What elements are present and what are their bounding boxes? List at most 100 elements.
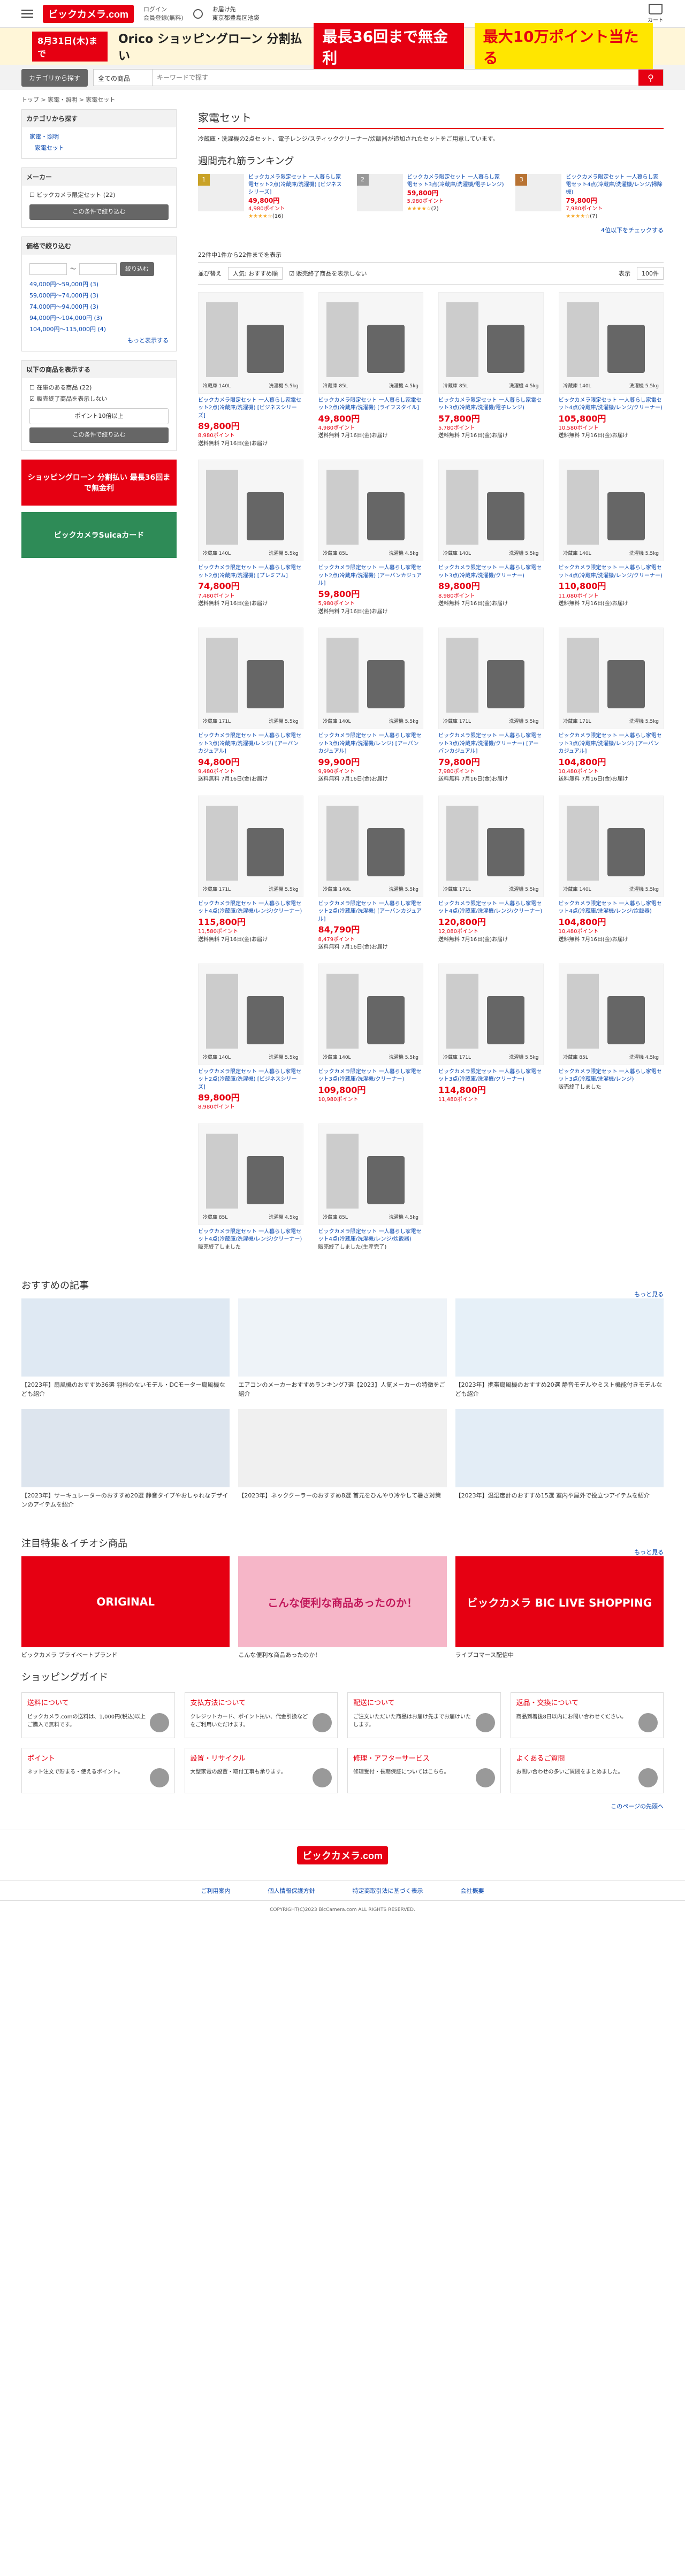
sidebar-cat-link[interactable]: 家電セット <box>35 144 64 151</box>
product-name[interactable]: ビックカメラ限定セット 一人暮らし家電セット4点(冷蔵庫/洗濯機/レンジ/クリー… <box>559 398 663 411</box>
product-image[interactable]: 冷蔵庫 140L 洗濯機 5.5kg <box>318 795 423 897</box>
product-name[interactable]: ビックカメラ限定セット 一人暮らし家電セット3点(冷蔵庫/洗濯機/レンジ) [ア… <box>559 733 662 754</box>
side-ad-loan[interactable]: ショッピングローン 分割払い 最長36回まで無金利 <box>21 460 177 506</box>
guide-item[interactable]: ポイント ネット注文で貯まる・使えるポイント。 <box>21 1747 175 1794</box>
product-name[interactable]: ビックカメラ限定セット 一人暮らし家電セット3点(冷蔵庫/洗濯機/クリーナー) <box>438 1069 542 1083</box>
user-icon[interactable] <box>193 9 203 19</box>
product-image[interactable]: 冷蔵庫 140L 洗濯機 5.5kg <box>558 292 664 394</box>
product-name[interactable]: ビックカメラ限定セット 一人暮らし家電セット4点(冷蔵庫/洗濯機/レンジ/クリー… <box>198 901 302 915</box>
search-input[interactable] <box>153 70 638 86</box>
guide-item-title[interactable]: よくあるご質問 <box>516 1754 658 1764</box>
ranking-more-link[interactable]: 4位以下をチェックする <box>601 227 664 234</box>
per-page-select[interactable]: 100件 <box>637 266 664 280</box>
product-name[interactable]: ビックカメラ限定セット 一人暮らし家電セット4点(冷蔵庫/洗濯機/レンジ/クリー… <box>438 901 542 915</box>
product-card[interactable]: 冷蔵庫 85L 洗濯機 4.5kg ビックカメラ限定セット 一人暮らし家電セット3… <box>558 963 664 1112</box>
ranking-reviews[interactable]: (2) <box>431 206 439 212</box>
footer-link[interactable]: 個人情報保護方針 <box>268 1886 315 1895</box>
guide-item[interactable]: 配送について ご注文いただいた商品はお届け先までお届けいたします。 <box>347 1692 501 1738</box>
product-image[interactable]: 冷蔵庫 140L 洗濯機 5.5kg <box>318 963 423 1065</box>
sidebar-cat-link[interactable]: 家電・照明 <box>29 133 59 140</box>
search-category-select[interactable]: 全ての商品 <box>94 70 153 86</box>
product-card[interactable]: 冷蔵庫 171L 洗濯機 5.5kg ビックカメラ限定セット 一人暮らし家電セット… <box>198 795 303 952</box>
login-link[interactable]: ログイン 会員登録(無料) <box>143 5 184 22</box>
article-card[interactable]: 【2023年】ネッククーラーのおすすめ8選 首元をひんやり冷やして暑さ対策 <box>238 1409 447 1509</box>
cond-filter-button[interactable]: この条件で絞り込む <box>29 427 169 444</box>
product-image[interactable]: 冷蔵庫 85L 洗濯機 4.5kg <box>438 292 544 394</box>
ranking-name[interactable]: ビックカメラ限定セット 一人暮らし家電セット3点(冷蔵庫/洗濯機/電子レンジ) <box>407 174 504 188</box>
footer-link[interactable]: ご利用案内 <box>201 1886 231 1895</box>
guide-item-title[interactable]: 送料について <box>27 1698 169 1709</box>
product-card[interactable]: 冷蔵庫 85L 洗濯機 4.5kg ビックカメラ限定セット 一人暮らし家電セット2… <box>318 460 423 616</box>
article-title[interactable]: エアコンのメーカーおすすめランキング7選【2023】人気メーカーの特徴をご紹介 <box>238 1381 446 1398</box>
product-card[interactable]: 冷蔵庫 171L 洗濯機 5.5kg ビックカメラ限定セット 一人暮らし家電セット… <box>198 628 303 784</box>
page-top-link[interactable]: このページの先頭へ <box>611 1803 664 1810</box>
product-name[interactable]: ビックカメラ限定セット 一人暮らし家電セット3点(冷蔵庫/洗濯機/クリーナー) <box>318 1069 422 1083</box>
guide-item-title[interactable]: 配送について <box>353 1698 495 1709</box>
product-card[interactable]: 冷蔵庫 140L 洗濯機 5.5kg ビックカメラ限定セット 一人暮らし家電セット… <box>318 963 423 1112</box>
article-title[interactable]: 【2023年】ネッククーラーのおすすめ8選 首元をひんやり冷やして暑さ対策 <box>238 1492 446 1501</box>
guide-item[interactable]: 送料について ビックカメラ.comの送料は、1,000円(税込)以上ご購入で無料で… <box>21 1692 175 1738</box>
guide-item[interactable]: 支払方法について クレジットカード、ポイント払い、代金引換などをご利用いただけます… <box>184 1692 338 1738</box>
footer-logo[interactable]: ビックカメラ.com <box>296 1846 388 1865</box>
article-title[interactable]: 【2023年】携帯扇風機のおすすめ20選 静音モデルやミスト機能付きモデルなども… <box>455 1381 664 1398</box>
guide-item[interactable]: 返品・交換について 商品到着後8日以内にお問い合わせください。 <box>510 1692 664 1738</box>
category-button[interactable]: カテゴリから探す <box>21 68 88 87</box>
product-name[interactable]: ビックカメラ限定セット 一人暮らし家電セット3点(冷蔵庫/洗濯機/電子レンジ) <box>438 398 542 411</box>
product-image[interactable]: 冷蔵庫 171L 洗濯機 5.5kg <box>198 628 303 730</box>
product-image[interactable]: 冷蔵庫 85L 洗濯機 4.5kg <box>198 1123 303 1225</box>
footer-link[interactable]: 会社概要 <box>461 1886 484 1895</box>
ranking-name[interactable]: ビックカメラ限定セット 一人暮らし家電セット4点(冷蔵庫/洗濯機/レンジ/掃除機… <box>566 174 662 195</box>
product-image[interactable]: 冷蔵庫 140L 洗濯機 5.5kg <box>558 460 664 562</box>
menu-icon[interactable] <box>21 9 33 18</box>
product-name[interactable]: ビックカメラ限定セット 一人暮らし家電セット2点(冷蔵庫/洗濯機) [アーバンカ… <box>318 565 422 586</box>
guide-item[interactable]: 設置・リサイクル 大型家電の設置・取付工事も承ります。 <box>184 1747 338 1794</box>
price-range-link[interactable]: 94,000円〜104,000円 (3) <box>29 315 102 322</box>
delivery-address[interactable]: お届け先 東京都豊島区池袋 <box>212 5 260 22</box>
price-more-link[interactable]: もっと表示する <box>127 337 169 344</box>
feature-item[interactable]: ORIGINAL ビックカメラ プライベートブランド <box>21 1556 230 1659</box>
product-image[interactable]: 冷蔵庫 140L 洗濯機 5.5kg <box>198 963 303 1065</box>
product-image[interactable]: 冷蔵庫 171L 洗濯機 5.5kg <box>438 628 544 730</box>
product-name[interactable]: ビックカメラ限定セット 一人暮らし家電セット4点(冷蔵庫/洗濯機/レンジ/炊飯器… <box>559 901 662 915</box>
feature-item[interactable]: ビックカメラ BIC LIVE SHOPPING ライブコマース配信中 <box>455 1556 664 1659</box>
article-card[interactable]: 【2023年】携帯扇風機のおすすめ20選 静音モデルやミスト機能付きモデルなども… <box>455 1298 664 1398</box>
product-image[interactable]: 冷蔵庫 171L 洗濯機 5.5kg <box>438 795 544 897</box>
guide-item[interactable]: 修理・アフターサービス 修理受付・長期保証についてはこちら。 <box>347 1747 501 1794</box>
product-image[interactable]: 冷蔵庫 85L 洗濯機 4.5kg <box>318 460 423 562</box>
side-ad-suica[interactable]: ビックカメラSuicaカード <box>21 512 177 559</box>
ranking-item[interactable]: 3 ビックカメラ限定セット 一人暮らし家電セット4点(冷蔵庫/洗濯機/レンジ/掃… <box>515 174 664 220</box>
product-name[interactable]: ビックカメラ限定セット 一人暮らし家電セット3点(冷蔵庫/洗濯機/レンジ) [ア… <box>198 733 301 754</box>
ranking-name[interactable]: ビックカメラ限定セット 一人暮らし家電セット2点(冷蔵庫/洗濯機) [ビジネスシ… <box>248 174 342 195</box>
price-range-link[interactable]: 74,000円〜94,000円 (3) <box>29 303 98 310</box>
price-filter-button[interactable]: 絞り込む <box>120 262 154 277</box>
product-image[interactable]: 冷蔵庫 85L 洗濯機 4.5kg <box>558 963 664 1065</box>
product-image[interactable]: 冷蔵庫 85L 洗濯機 4.5kg <box>318 292 423 394</box>
guide-item-title[interactable]: ポイント <box>27 1754 169 1764</box>
product-image[interactable]: 冷蔵庫 140L 洗濯機 5.5kg <box>558 795 664 897</box>
cart-button[interactable]: カート <box>648 4 664 24</box>
article-card[interactable]: 【2023年】サーキュレーターのおすすめ20選 静音タイプやおしゃれなデザインの… <box>21 1409 230 1509</box>
product-image[interactable]: 冷蔵庫 171L 洗濯機 5.5kg <box>558 628 664 730</box>
guide-item-title[interactable]: 設置・リサイクル <box>191 1754 332 1764</box>
product-card[interactable]: 冷蔵庫 171L 洗濯機 5.5kg ビックカメラ限定セット 一人暮らし家電セット… <box>438 963 544 1112</box>
product-card[interactable]: 冷蔵庫 140L 洗濯機 5.5kg ビックカメラ限定セット 一人暮らし家電セット… <box>558 460 664 616</box>
product-name[interactable]: ビックカメラ限定セット 一人暮らし家電セット3点(冷蔵庫/洗濯機/レンジ) <box>559 1069 662 1083</box>
price-range-link[interactable]: 49,000円〜59,000円 (3) <box>29 281 98 288</box>
product-card[interactable]: 冷蔵庫 140L 洗濯機 5.5kg ビックカメラ限定セット 一人暮らし家電セット… <box>318 795 423 952</box>
product-card[interactable]: 冷蔵庫 140L 洗濯機 5.5kg ビックカメラ限定セット 一人暮らし家電セット… <box>198 963 303 1112</box>
guide-item-title[interactable]: 返品・交換について <box>516 1698 658 1709</box>
features-more-link[interactable]: もっと見る <box>634 1548 664 1556</box>
product-image[interactable]: 冷蔵庫 85L 洗濯機 4.5kg <box>318 1123 423 1225</box>
product-image[interactable]: 冷蔵庫 171L 洗濯機 5.5kg <box>198 795 303 897</box>
hide-ended-checkbox[interactable]: ☑ 販売終了商品を表示しない <box>289 269 367 278</box>
product-card[interactable]: 冷蔵庫 85L 洗濯機 4.5kg ビックカメラ限定セット 一人暮らし家電セット4… <box>198 1123 303 1252</box>
article-title[interactable]: 【2023年】サーキュレーターのおすすめ20選 静音タイプやおしゃれなデザインの… <box>21 1492 230 1509</box>
product-name[interactable]: ビックカメラ限定セット 一人暮らし家電セット2点(冷蔵庫/洗濯機) [ライフスタ… <box>318 398 422 411</box>
product-card[interactable]: 冷蔵庫 140L 洗濯機 5.5kg ビックカメラ限定セット 一人暮らし家電セット… <box>198 460 303 616</box>
promo-banner[interactable]: 8月31日(木)まで Orico ショッピングローン 分割払い 最長36回まで無… <box>0 22 685 70</box>
product-card[interactable]: 冷蔵庫 140L 洗濯機 5.5kg ビックカメラ限定セット 一人暮らし家電セット… <box>558 292 664 448</box>
site-logo[interactable]: ビックカメラ.com <box>43 4 134 23</box>
article-title[interactable]: 【2023年】扇風機のおすすめ36選 羽根のないモデル・DCモーター扇風機なども… <box>21 1381 230 1398</box>
product-image[interactable]: 冷蔵庫 140L 洗濯機 5.5kg <box>198 460 303 562</box>
article-card[interactable]: エアコンのメーカーおすすめランキング7選【2023】人気メーカーの特徴をご紹介 <box>238 1298 447 1398</box>
